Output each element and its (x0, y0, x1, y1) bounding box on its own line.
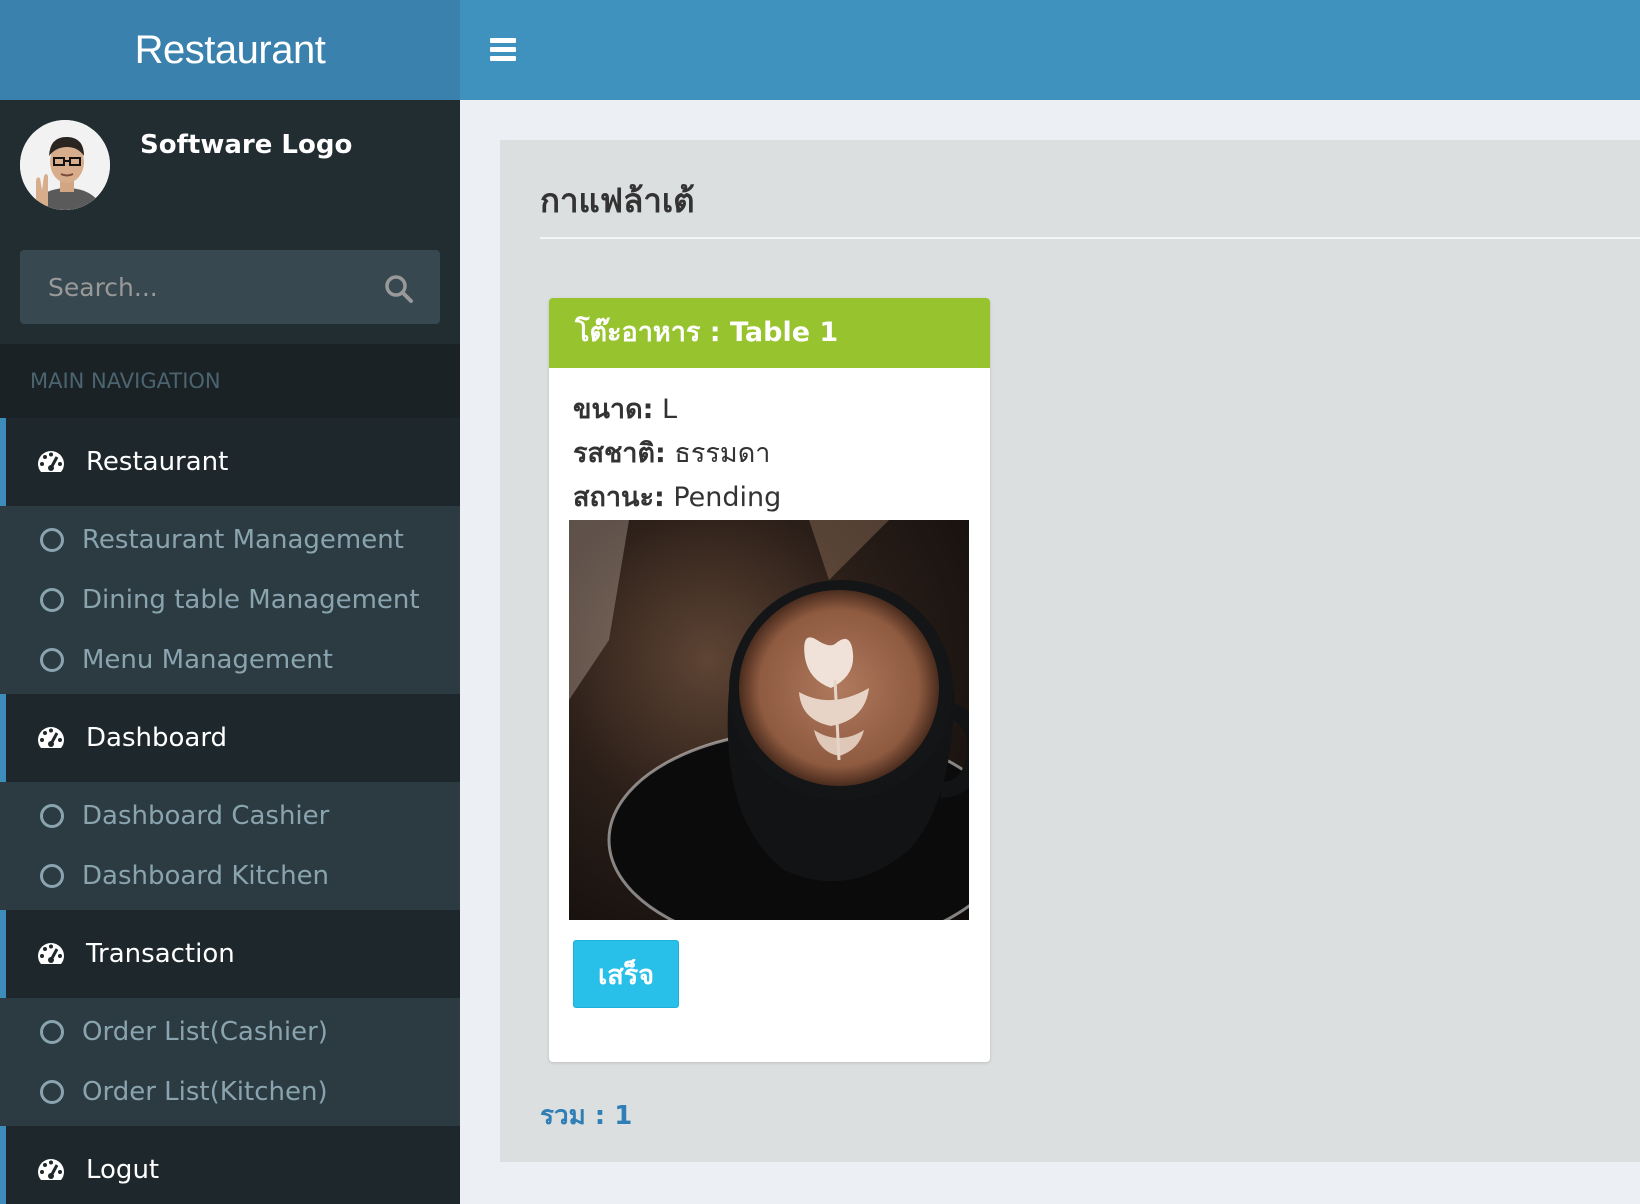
sidebar-item-restaurant-management[interactable]: Restaurant Management (0, 510, 460, 570)
sidebar: Software Logo MAIN NAVIGATION Restaurant… (0, 100, 460, 1204)
sidebar-item-label: Dashboard Cashier (82, 801, 330, 831)
order-card-header: โต๊ะอาหาร : Table 1 (549, 298, 990, 368)
sidebar-item-logout[interactable]: Logut (0, 1126, 460, 1204)
divider (540, 237, 1640, 239)
sidebar-item-label: Restaurant (86, 447, 229, 477)
size-value: L (662, 394, 678, 425)
app-logo[interactable]: Restaurant (0, 0, 460, 100)
menu-toggle-icon[interactable] (490, 38, 516, 62)
dashboard-icon (38, 1159, 64, 1180)
nav-header: MAIN NAVIGATION (0, 344, 460, 418)
dashboard-icon (38, 451, 64, 472)
page-title: กาแฟล้าเต้ (540, 181, 695, 220)
sidebar-item-label: Dashboard (86, 723, 228, 753)
sidebar-item-dashboard-kitchen[interactable]: Dashboard Kitchen (0, 846, 460, 906)
app-title: Restaurant (134, 27, 326, 72)
sidebar-item-dining-table-management[interactable]: Dining table Management (0, 570, 460, 630)
circle-icon (40, 528, 64, 552)
sidebar-item-dashboard[interactable]: Dashboard (0, 694, 460, 782)
treeview-transaction: Order List(Cashier) Order List(Kitchen) (0, 998, 460, 1126)
sidebar-item-menu-management[interactable]: Menu Management (0, 630, 460, 690)
sidebar-item-label: Menu Management (82, 645, 333, 675)
main-content: กาแฟล้าเต้ โต๊ะอาหาร : Table 1 ขนาด: L ร… (500, 140, 1640, 1162)
sidebar-item-label: Order List(Cashier) (82, 1017, 328, 1047)
sidebar-item-label: Order List(Kitchen) (82, 1077, 328, 1107)
sidebar-item-label: Dashboard Kitchen (82, 861, 330, 891)
total-count: รวม : 1 (540, 1101, 633, 1131)
dashboard-icon (38, 943, 64, 964)
sidebar-item-transaction[interactable]: Transaction (0, 910, 460, 998)
sidebar-item-label: Restaurant Management (82, 525, 404, 555)
sidebar-item-order-list-kitchen[interactable]: Order List(Kitchen) (0, 1062, 460, 1122)
sidebar-search (0, 240, 460, 344)
status-value: Pending (673, 482, 782, 513)
order-card-body: ขนาด: L รสชาติ: ธรรมดา สถานะ: Pending เส… (549, 368, 990, 1008)
size-line: ขนาด: L (573, 388, 966, 432)
circle-icon (40, 648, 64, 672)
treeview-restaurant: Restaurant Management Dining table Manag… (0, 506, 460, 694)
taste-value: ธรรมดา (674, 438, 771, 469)
sidebar-item-restaurant[interactable]: Restaurant (0, 418, 460, 506)
search-icon[interactable] (384, 274, 414, 304)
user-name: Software Logo (140, 130, 353, 160)
status-line: สถานะ: Pending (573, 476, 966, 520)
circle-icon (40, 1020, 64, 1044)
menu-item-photo (569, 520, 969, 920)
dashboard-icon (38, 727, 64, 748)
status-label: สถานะ: (573, 482, 665, 513)
treeview-dashboard: Dashboard Cashier Dashboard Kitchen (0, 782, 460, 910)
sidebar-item-label: Logut (86, 1155, 160, 1185)
top-navbar (460, 0, 1640, 100)
sidebar-item-dashboard-cashier[interactable]: Dashboard Cashier (0, 786, 460, 846)
search-box (20, 250, 440, 324)
size-label: ขนาด: (573, 394, 654, 425)
order-card: โต๊ะอาหาร : Table 1 ขนาด: L รสชาติ: ธรรม… (549, 298, 990, 1062)
sidebar-item-label: Dining table Management (82, 585, 420, 615)
circle-icon (40, 804, 64, 828)
done-button[interactable]: เสร็จ (573, 940, 679, 1008)
circle-icon (40, 864, 64, 888)
circle-icon (40, 588, 64, 612)
search-input[interactable] (20, 250, 440, 324)
sidebar-item-order-list-cashier[interactable]: Order List(Cashier) (0, 1002, 460, 1062)
circle-icon (40, 1080, 64, 1104)
taste-label: รสชาติ: (573, 438, 666, 469)
avatar (20, 120, 110, 210)
sidebar-item-label: Transaction (86, 939, 235, 969)
user-panel: Software Logo (0, 100, 460, 240)
taste-line: รสชาติ: ธรรมดา (573, 432, 966, 476)
